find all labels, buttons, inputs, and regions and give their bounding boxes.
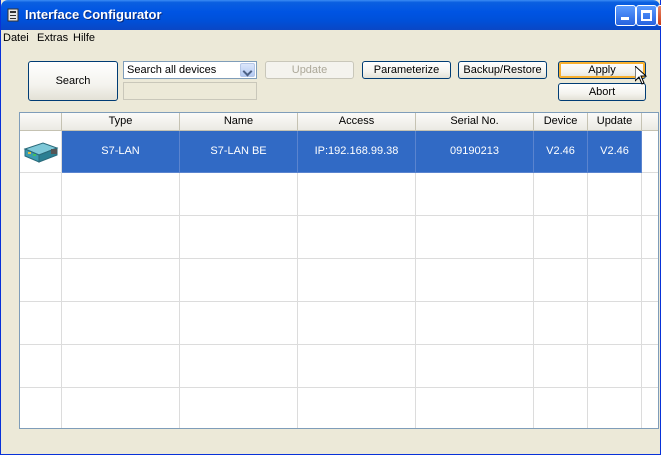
- search-scope-select[interactable]: Search all devices: [123, 61, 257, 79]
- empty-cell: [534, 259, 588, 302]
- chevron-down-icon[interactable]: [240, 63, 255, 77]
- minimize-button[interactable]: [615, 5, 636, 26]
- status-bar: [2, 433, 659, 453]
- empty-cell: [588, 345, 642, 388]
- cell-device[interactable]: V2.46: [534, 131, 588, 173]
- empty-cell: [534, 173, 588, 216]
- empty-cell: [62, 173, 180, 216]
- window-title: Interface Configurator: [25, 7, 162, 22]
- empty-cell: [20, 345, 62, 388]
- abort-button-label: Abort: [588, 86, 616, 98]
- search-button-label: Search: [55, 75, 91, 87]
- table-row-icon-cell[interactable]: [20, 131, 62, 173]
- menu-datei[interactable]: Datei: [3, 32, 29, 44]
- empty-cell: [180, 302, 298, 345]
- apply-button-label: Apply: [588, 64, 616, 76]
- empty-cell: [642, 259, 658, 302]
- empty-cell: [20, 388, 62, 428]
- empty-cell: [298, 388, 416, 428]
- empty-cell: [534, 302, 588, 345]
- app-window: Interface Configurator Datei Extras Hilf…: [0, 0, 661, 455]
- empty-cell: [180, 345, 298, 388]
- cell-filler: [642, 131, 658, 173]
- empty-cell: [534, 388, 588, 428]
- mouse-cursor-icon: [635, 66, 647, 85]
- cell-access[interactable]: IP:192.168.99.38: [298, 131, 416, 173]
- empty-cell: [416, 216, 534, 259]
- empty-cell: [534, 216, 588, 259]
- column-header-serial[interactable]: Serial No.: [416, 113, 534, 131]
- empty-cell: [20, 259, 62, 302]
- empty-cell: [298, 345, 416, 388]
- cell-type[interactable]: S7-LAN: [62, 131, 180, 173]
- cell-name[interactable]: S7-LAN BE: [180, 131, 298, 173]
- empty-cell: [62, 216, 180, 259]
- cell-update[interactable]: V2.46: [588, 131, 642, 173]
- search-button[interactable]: Search: [28, 61, 118, 101]
- empty-cell: [416, 345, 534, 388]
- empty-cell: [588, 302, 642, 345]
- menu-bar: Datei Extras Hilfe: [1, 30, 660, 47]
- menu-extras[interactable]: Extras: [37, 32, 68, 44]
- empty-cell: [416, 173, 534, 216]
- column-header-name[interactable]: Name: [180, 113, 298, 131]
- empty-cell: [416, 302, 534, 345]
- parameterize-button[interactable]: Parameterize: [362, 61, 451, 79]
- close-button[interactable]: [657, 5, 661, 26]
- empty-cell: [588, 216, 642, 259]
- empty-cell: [298, 216, 416, 259]
- empty-cell: [20, 302, 62, 345]
- empty-cell: [588, 173, 642, 216]
- empty-cell: [62, 259, 180, 302]
- empty-cell: [642, 216, 658, 259]
- title-bar[interactable]: Interface Configurator: [1, 0, 661, 30]
- menu-hilfe[interactable]: Hilfe: [73, 32, 95, 44]
- empty-cell: [588, 388, 642, 428]
- cell-serial[interactable]: 09190213: [416, 131, 534, 173]
- search-scope-value: Search all devices: [127, 64, 217, 76]
- column-header-icon: [20, 113, 62, 131]
- empty-cell: [298, 302, 416, 345]
- empty-cell: [180, 259, 298, 302]
- network-device-icon: [23, 142, 59, 163]
- backup-restore-button[interactable]: Backup/Restore: [458, 61, 547, 79]
- column-header-update[interactable]: Update: [588, 113, 642, 131]
- empty-cell: [416, 259, 534, 302]
- update-button[interactable]: Update: [265, 61, 354, 79]
- parameterize-button-label: Parameterize: [373, 64, 440, 76]
- minimize-icon: [621, 17, 629, 20]
- column-header-type[interactable]: Type: [62, 113, 180, 131]
- empty-cell: [416, 388, 534, 428]
- empty-cell: [642, 345, 658, 388]
- progress-field: [123, 82, 257, 100]
- maximize-button[interactable]: [636, 5, 657, 26]
- abort-button[interactable]: Abort: [558, 83, 646, 101]
- column-header-filler: [642, 113, 658, 131]
- empty-cell: [588, 259, 642, 302]
- empty-cell: [534, 345, 588, 388]
- empty-cell: [642, 173, 658, 216]
- apply-button[interactable]: Apply: [558, 61, 646, 79]
- empty-cell: [180, 216, 298, 259]
- column-header-device[interactable]: Device: [534, 113, 588, 131]
- empty-cell: [62, 302, 180, 345]
- empty-cell: [298, 259, 416, 302]
- app-icon: [7, 8, 19, 22]
- empty-cell: [298, 173, 416, 216]
- empty-cell: [642, 302, 658, 345]
- column-header-access[interactable]: Access: [298, 113, 416, 131]
- empty-cell: [180, 173, 298, 216]
- update-button-label: Update: [291, 64, 328, 76]
- maximize-icon: [641, 10, 652, 21]
- backup-restore-button-label: Backup/Restore: [463, 64, 542, 76]
- device-table: Type Name Access Serial No. Device Updat…: [19, 112, 659, 429]
- empty-cell: [20, 216, 62, 259]
- empty-cell: [642, 388, 658, 428]
- empty-cell: [62, 388, 180, 428]
- empty-cell: [20, 173, 62, 216]
- empty-cell: [180, 388, 298, 428]
- empty-cell: [62, 345, 180, 388]
